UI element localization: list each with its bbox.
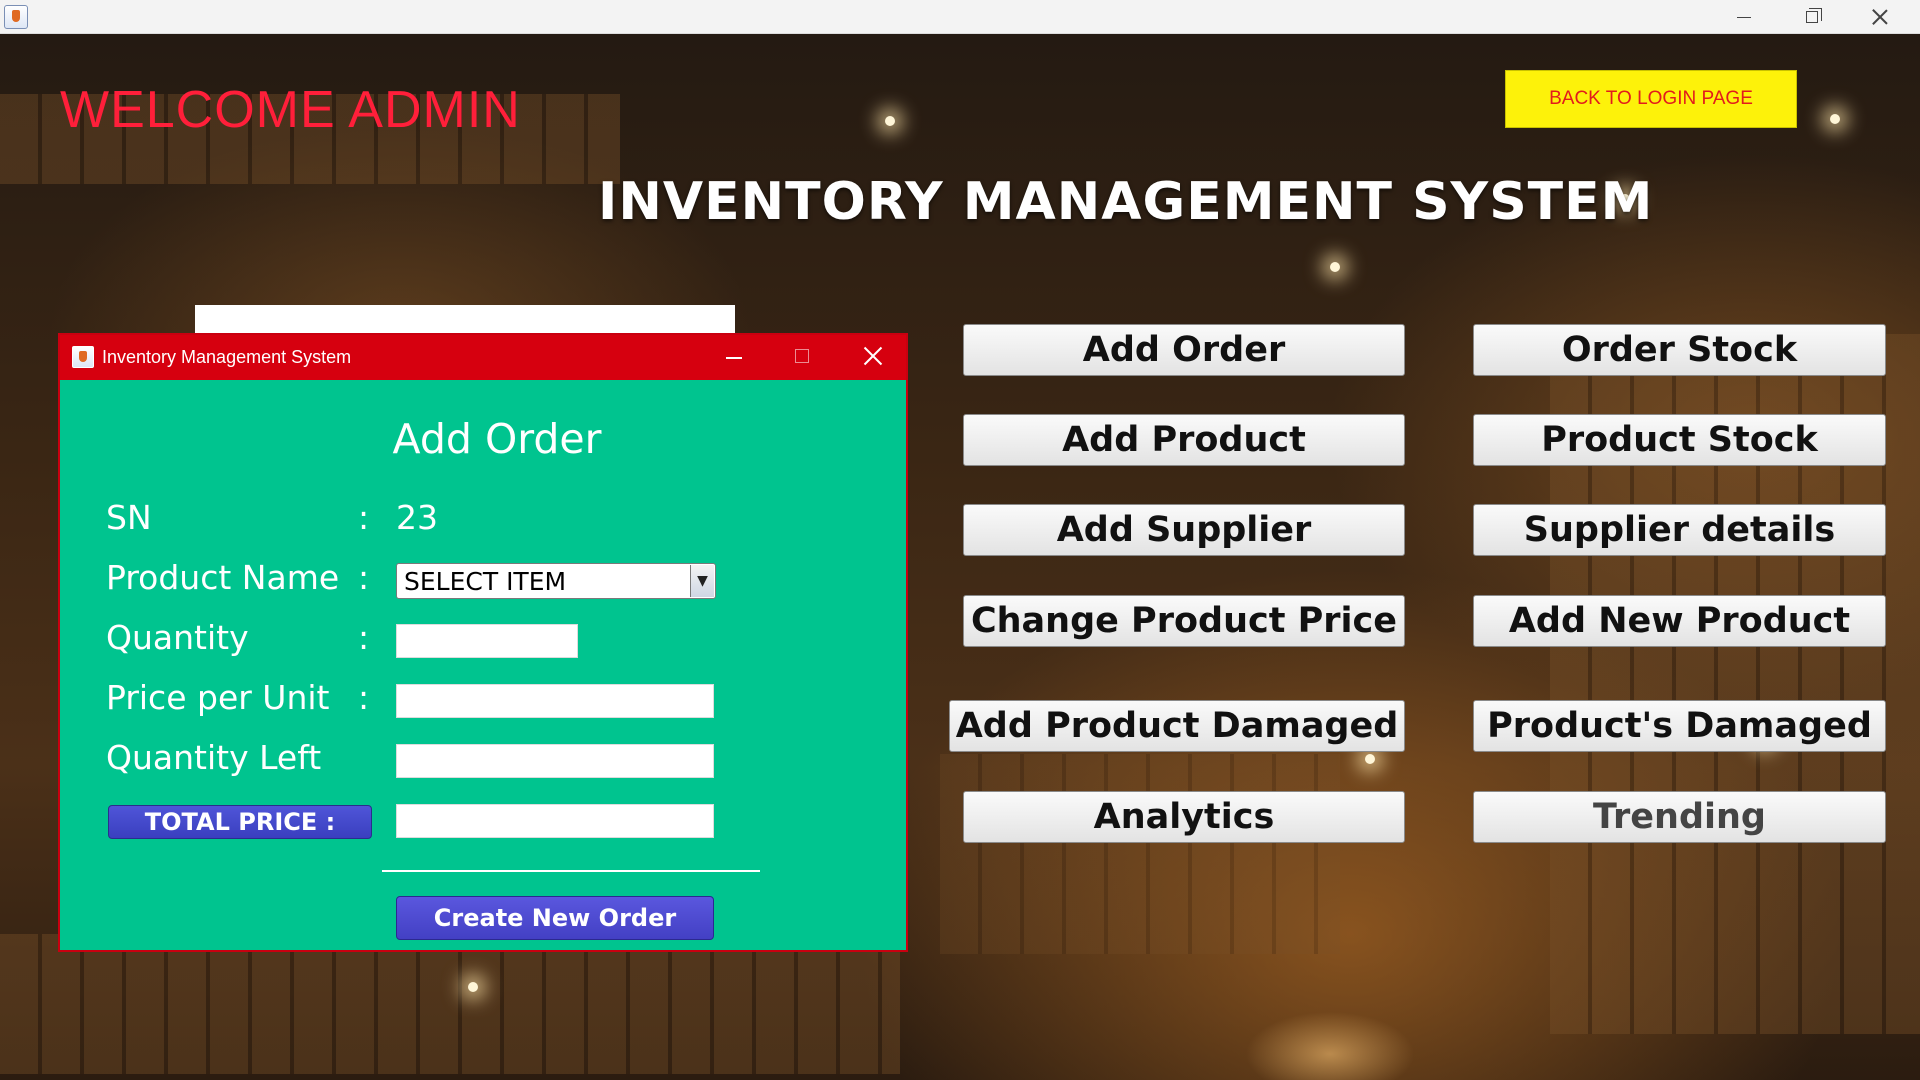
product-name-colon: : [358,558,370,597]
total-price-input[interactable] [396,804,714,838]
page-title: INVENTORY MANAGEMENT SYSTEM [598,172,1654,232]
ceiling-light [885,116,895,126]
window-title-bar [0,0,1920,34]
close-button[interactable] [1846,0,1914,34]
hidden-window-strip [195,305,735,335]
close-icon [1872,9,1888,25]
java-app-icon [4,5,28,29]
add-product-button[interactable]: Add Product [963,414,1405,466]
products-damaged-button[interactable]: Product's Damaged [1473,700,1886,752]
product-stock-button[interactable]: Product Stock [1473,414,1886,466]
dialog-minimize-icon[interactable] [726,357,742,359]
order-stock-button[interactable]: Order Stock [1473,324,1886,376]
add-product-damaged-button[interactable]: Add Product Damaged [949,700,1405,752]
java-app-icon [72,346,94,368]
dialog-title-bar: Inventory Management System [60,335,906,380]
ceiling-light [1365,754,1375,764]
create-new-order-button[interactable]: Create New Order [396,896,714,940]
dialog-close-icon[interactable] [864,347,882,365]
add-new-product-button[interactable]: Add New Product [1473,595,1886,647]
dialog-title: Inventory Management System [102,347,352,367]
dialog-maximize-icon [795,349,809,363]
add-supplier-button[interactable]: Add Supplier [963,504,1405,556]
restore-icon [1806,8,1822,23]
shelf-decoration [940,754,1340,954]
ceiling-light [1330,262,1340,272]
minimize-icon [1737,16,1751,18]
divider [382,870,760,872]
quantity-label: Quantity [106,618,249,657]
quantity-left-input[interactable] [396,744,714,778]
sn-value: 23 [396,498,438,537]
trending-button[interactable]: Trending [1473,791,1886,843]
minimize-button[interactable] [1710,0,1778,34]
dialog-heading: Add Order [392,415,602,463]
total-price-label: TOTAL PRICE : [108,805,372,839]
restore-button[interactable] [1778,0,1846,34]
shelf-decoration [0,934,900,1074]
quantity-left-label: Quantity Left [106,738,322,777]
supplier-details-button[interactable]: Supplier details [1473,504,1886,556]
floor-lamp-light [468,982,478,992]
price-per-unit-colon: : [358,678,370,717]
dropdown-arrow-icon[interactable]: ▼ [690,565,714,597]
price-per-unit-label: Price per Unit [106,678,330,717]
product-name-selected-value: SELECT ITEM [404,566,567,596]
add-order-button[interactable]: Add Order [963,324,1405,376]
sn-label: SN [106,498,152,537]
ceiling-light [1830,114,1840,124]
product-name-select[interactable]: SELECT ITEM ▼ [396,563,716,599]
back-to-login-button[interactable]: BACK TO LOGIN PAGE [1505,70,1797,128]
change-product-price-button[interactable]: Change Product Price [963,595,1405,647]
quantity-colon: : [358,618,370,657]
sn-colon: : [358,498,370,537]
quantity-input[interactable] [396,624,578,658]
add-order-dialog: Inventory Management System Add Order SN… [58,333,908,952]
price-per-unit-input[interactable] [396,684,714,718]
welcome-heading: WELCOME ADMIN [60,81,521,139]
product-name-label: Product Name [106,558,340,597]
analytics-button[interactable]: Analytics [963,791,1405,843]
dialog-heading-wrap: Add Order [60,415,906,463]
